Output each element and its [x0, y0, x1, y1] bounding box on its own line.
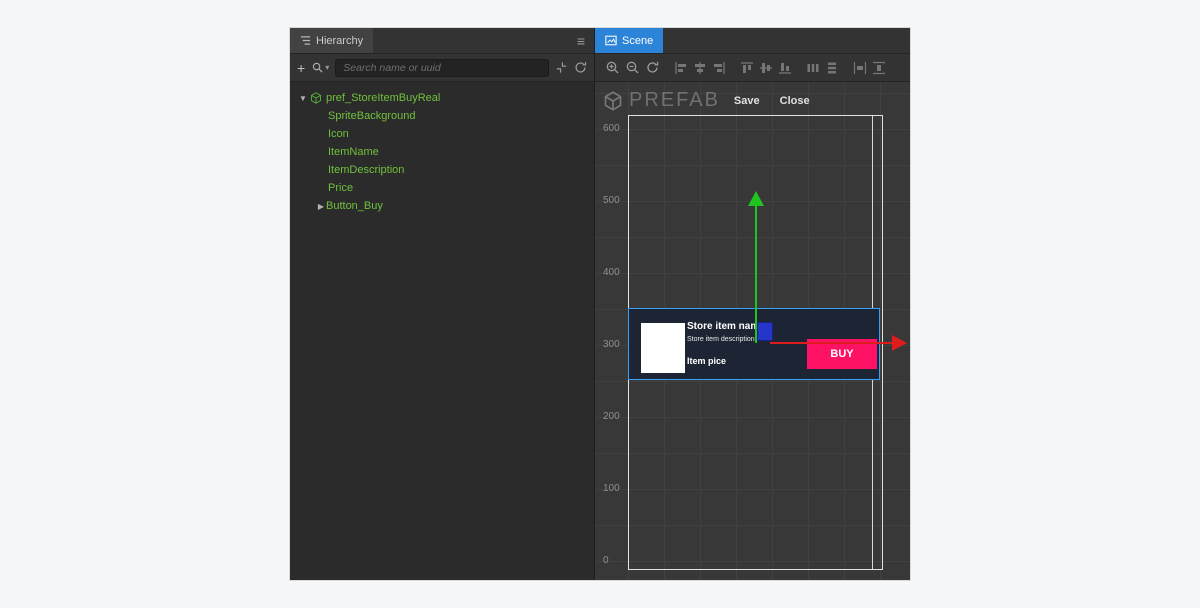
- tree-node-price[interactable]: Price: [290, 179, 594, 197]
- distribute-v-icon[interactable]: [825, 61, 839, 75]
- tree-node-button-buy[interactable]: ▶ Button_Buy: [290, 197, 594, 215]
- refresh-icon[interactable]: [574, 61, 587, 74]
- collapsed-arrow-icon[interactable]: ▶: [316, 202, 326, 211]
- tab-scene[interactable]: Scene: [595, 28, 664, 53]
- tree-node-root[interactable]: ▼ pref_StoreItemBuyReal: [290, 89, 594, 107]
- tree-node-itemdescription[interactable]: ItemDescription: [290, 161, 594, 179]
- tree-node-itemname[interactable]: ItemName: [290, 143, 594, 161]
- editor-window: Hierarchy ≡ + ▾ Search name or uuid ▼ pr…: [290, 28, 910, 580]
- prefab-save-button[interactable]: Save: [734, 95, 760, 107]
- hierarchy-tab-icon: [300, 36, 311, 45]
- scene-tab-label: Scene: [622, 34, 654, 47]
- hierarchy-tree: ▼ pref_StoreItemBuyReal SpriteBackground…: [290, 82, 594, 580]
- scene-tabbar: Scene: [595, 28, 910, 54]
- scene-toolbar: [595, 54, 910, 82]
- tree-node-label: SpriteBackground: [328, 110, 416, 122]
- tree-node-label: Icon: [328, 128, 349, 140]
- item-description-text[interactable]: Store item description: [687, 336, 755, 343]
- stretch-v-icon[interactable]: [872, 61, 886, 75]
- ruler-label: 400: [603, 267, 620, 278]
- ruler-label: 100: [603, 483, 620, 494]
- collapse-all-icon[interactable]: [555, 61, 568, 74]
- item-name-text[interactable]: Store item name: [687, 321, 765, 332]
- tree-node-label: pref_StoreItemBuyReal: [326, 92, 441, 104]
- scene-panel: Scene 600 500 400 300 200 100 0 PREFAB S…: [595, 28, 910, 580]
- ruler-label: 300: [603, 339, 620, 350]
- zoom-group: [605, 60, 660, 75]
- zoom-out-icon[interactable]: [625, 60, 640, 75]
- tree-node-icon[interactable]: Icon: [290, 125, 594, 143]
- tree-node-spritebackground[interactable]: SpriteBackground: [290, 107, 594, 125]
- tab-hierarchy[interactable]: Hierarchy: [290, 28, 374, 53]
- align-group-2: [740, 61, 792, 75]
- magnifier-icon: [312, 62, 323, 73]
- prefab-mode-title: PREFAB: [629, 89, 720, 111]
- distribute-group: [806, 61, 839, 75]
- gizmo-y-arrowhead-icon[interactable]: [748, 191, 764, 206]
- gizmo-x-arrowhead-icon[interactable]: [892, 335, 907, 351]
- filter-caret-icon: ▾: [325, 63, 330, 72]
- ruler-label: 200: [603, 411, 620, 422]
- hierarchy-toolbar: + ▾: [290, 54, 594, 82]
- scene-canvas[interactable]: 600 500 400 300 200 100 0 PREFAB Save Cl…: [595, 82, 910, 580]
- reset-view-icon[interactable]: [645, 60, 660, 75]
- tree-node-label: Button_Buy: [326, 200, 383, 212]
- item-price-text[interactable]: Item pice: [687, 356, 726, 366]
- add-node-icon[interactable]: +: [297, 61, 305, 75]
- search-filter-icon[interactable]: ▾: [311, 61, 329, 74]
- stretch-h-icon[interactable]: [853, 61, 867, 75]
- store-item-node[interactable]: Store item name Store item description I…: [628, 308, 880, 380]
- scene-tab-icon: [605, 35, 617, 46]
- distribute-h-icon[interactable]: [806, 61, 820, 75]
- search-input[interactable]: [335, 58, 549, 77]
- gizmo-x-axis[interactable]: [770, 342, 892, 344]
- align-v-center-icon[interactable]: [759, 61, 773, 75]
- item-sprite-placeholder[interactable]: [641, 323, 685, 373]
- tabbar-spacer: [373, 28, 568, 53]
- hierarchy-tab-label: Hierarchy: [316, 34, 364, 47]
- align-bottom-icon[interactable]: [778, 61, 792, 75]
- stretch-group: [853, 61, 886, 75]
- tree-node-label: ItemName: [328, 146, 379, 158]
- ruler-label: 500: [603, 195, 620, 206]
- tree-node-label: Price: [328, 182, 354, 194]
- ruler-label: 0: [603, 555, 609, 566]
- prefab-cube-icon: [310, 92, 322, 104]
- align-h-center-icon[interactable]: [693, 61, 707, 75]
- tree-node-label: ItemDescription: [328, 164, 405, 176]
- gizmo-move-handle[interactable]: [757, 322, 773, 341]
- prefab-close-button[interactable]: Close: [780, 95, 810, 107]
- prefab-mode-header: PREFAB Save Close: [603, 89, 810, 112]
- hierarchy-panel: Hierarchy ≡ + ▾ Search name or uuid ▼ pr…: [290, 28, 595, 580]
- prefab-icon: [603, 90, 623, 111]
- align-right-icon[interactable]: [712, 61, 726, 75]
- expand-arrow-icon[interactable]: ▼: [298, 94, 308, 103]
- menu-icon[interactable]: ≡: [568, 28, 594, 53]
- align-top-icon[interactable]: [740, 61, 754, 75]
- align-left-icon[interactable]: [674, 61, 688, 75]
- hierarchy-tabbar: Hierarchy ≡: [290, 28, 594, 54]
- zoom-in-icon[interactable]: [605, 60, 620, 75]
- align-group-1: [674, 61, 726, 75]
- ruler-label: 600: [603, 123, 620, 134]
